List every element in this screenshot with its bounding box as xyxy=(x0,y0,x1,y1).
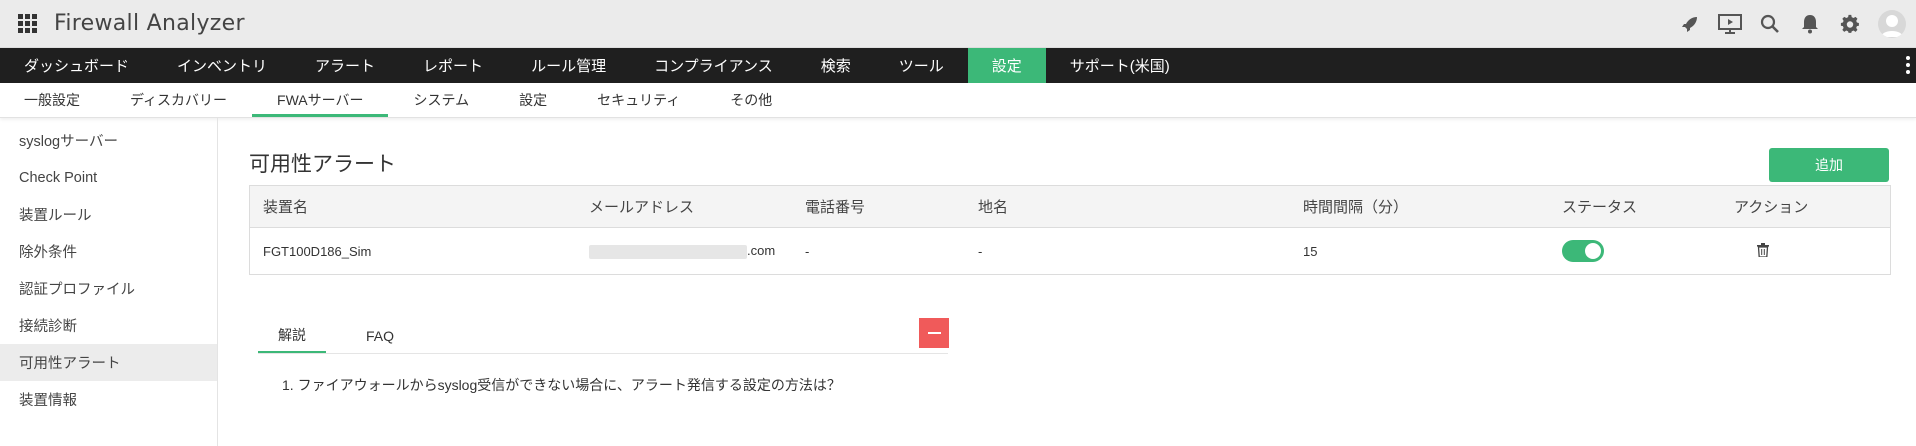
app-header: Firewall Analyzer xyxy=(0,0,1916,48)
tab-explanation[interactable]: 解説 xyxy=(258,318,326,353)
alerts-table: 装置名 メールアドレス 電話番号 地名 時間間隔（分） ステータス アクション … xyxy=(249,185,1891,275)
header-place[interactable]: 地名 xyxy=(978,196,1303,217)
cell-email: .com xyxy=(589,243,805,259)
subnav-discovery[interactable]: ディスカバリー xyxy=(105,83,252,117)
sidebar-item-connection-diagnostics[interactable]: 接続診断 xyxy=(0,307,217,344)
nav-compliance[interactable]: コンプライアンス xyxy=(630,48,797,83)
table-row: FGT100D186_Sim .com - - 15 xyxy=(250,228,1890,274)
help-tabs: 解説 FAQ xyxy=(258,318,948,354)
user-avatar-icon[interactable] xyxy=(1878,10,1906,38)
nav-reports[interactable]: レポート xyxy=(399,48,507,83)
page-title: 可用性アラート xyxy=(249,153,396,176)
main-content: 可用性アラート 追加 装置名 メールアドレス 電話番号 地名 時間間隔（分） ス… xyxy=(218,118,1916,446)
sidebar-item-auth-profile[interactable]: 認証プロファイル xyxy=(0,270,217,307)
header-actions: アクション xyxy=(1734,199,1809,216)
tab-faq[interactable]: FAQ xyxy=(346,318,414,353)
header-device-name[interactable]: 装置名 xyxy=(250,196,589,217)
header-icons xyxy=(1678,0,1916,48)
sidebar-item-device-rules[interactable]: 装置ルール xyxy=(0,196,217,233)
search-icon[interactable] xyxy=(1758,12,1782,36)
app-grid-icon[interactable] xyxy=(18,13,38,34)
nav-tools[interactable]: ツール xyxy=(875,48,968,83)
cell-phone: - xyxy=(805,243,810,259)
email-suffix: .com xyxy=(747,243,776,259)
bell-icon[interactable] xyxy=(1798,12,1822,36)
minus-icon xyxy=(927,332,941,334)
app-title: Firewall Analyzer xyxy=(54,11,245,36)
nav-inventory[interactable]: インベントリ xyxy=(153,48,291,83)
cell-device-name: FGT100D186_Sim xyxy=(263,243,372,259)
cell-status xyxy=(1562,240,1734,262)
main-nav: ダッシュボード インベントリ アラート レポート ルール管理 コンプライアンス … xyxy=(0,48,1916,83)
nav-rule-management[interactable]: ルール管理 xyxy=(507,48,630,83)
cell-place: - xyxy=(978,243,983,259)
presentation-icon[interactable] xyxy=(1718,12,1742,36)
trash-icon[interactable] xyxy=(1757,242,1769,260)
subnav-security[interactable]: セキュリティ xyxy=(572,83,705,117)
header-interval[interactable]: 時間間隔（分） xyxy=(1303,196,1562,217)
table-header-row: 装置名 メールアドレス 電話番号 地名 時間間隔（分） ステータス アクション xyxy=(250,186,1890,228)
nav-search[interactable]: 検索 xyxy=(797,48,875,83)
more-vertical-icon[interactable] xyxy=(1906,56,1910,74)
subnav-general[interactable]: 一般設定 xyxy=(0,83,105,117)
rocket-icon[interactable] xyxy=(1678,12,1702,36)
sidebar-item-availability-alert[interactable]: 可用性アラート xyxy=(0,344,217,381)
sub-nav: 一般設定 ディスカバリー FWAサーバー システム 設定 セキュリティ その他 xyxy=(0,83,1916,118)
subnav-system[interactable]: システム xyxy=(388,83,494,117)
sidebar-item-device-info[interactable]: 装置情報 xyxy=(0,381,217,418)
gear-icon[interactable] xyxy=(1838,12,1862,36)
header-email[interactable]: メールアドレス xyxy=(589,196,805,217)
redacted-email xyxy=(589,244,747,259)
nav-alerts[interactable]: アラート xyxy=(291,48,399,83)
sidebar-item-syslog-server[interactable]: syslogサーバー xyxy=(0,122,217,159)
subnav-other[interactable]: その他 xyxy=(705,83,797,117)
sidebar: syslogサーバー Check Point 装置ルール 除外条件 認証プロファ… xyxy=(0,118,218,446)
cell-interval: 15 xyxy=(1303,243,1318,259)
status-toggle[interactable] xyxy=(1562,240,1604,262)
subnav-settings[interactable]: 設定 xyxy=(494,83,572,117)
nav-settings[interactable]: 設定 xyxy=(967,48,1046,83)
collapse-button[interactable] xyxy=(919,318,949,348)
faq-item[interactable]: 1. ファイアウォールからsyslog受信ができない場合に、アラート発信する設定… xyxy=(282,375,841,395)
nav-support[interactable]: サポート(米国) xyxy=(1046,48,1194,83)
header-status[interactable]: ステータス xyxy=(1562,196,1734,217)
subnav-fwa-server[interactable]: FWAサーバー xyxy=(252,83,389,117)
sidebar-item-check-point[interactable]: Check Point xyxy=(0,159,217,196)
cell-actions xyxy=(1734,242,1890,259)
sidebar-item-exclusions[interactable]: 除外条件 xyxy=(0,233,217,270)
nav-dashboard[interactable]: ダッシュボード xyxy=(0,48,153,83)
header-phone[interactable]: 電話番号 xyxy=(805,196,978,217)
add-button[interactable]: 追加 xyxy=(1769,148,1889,182)
